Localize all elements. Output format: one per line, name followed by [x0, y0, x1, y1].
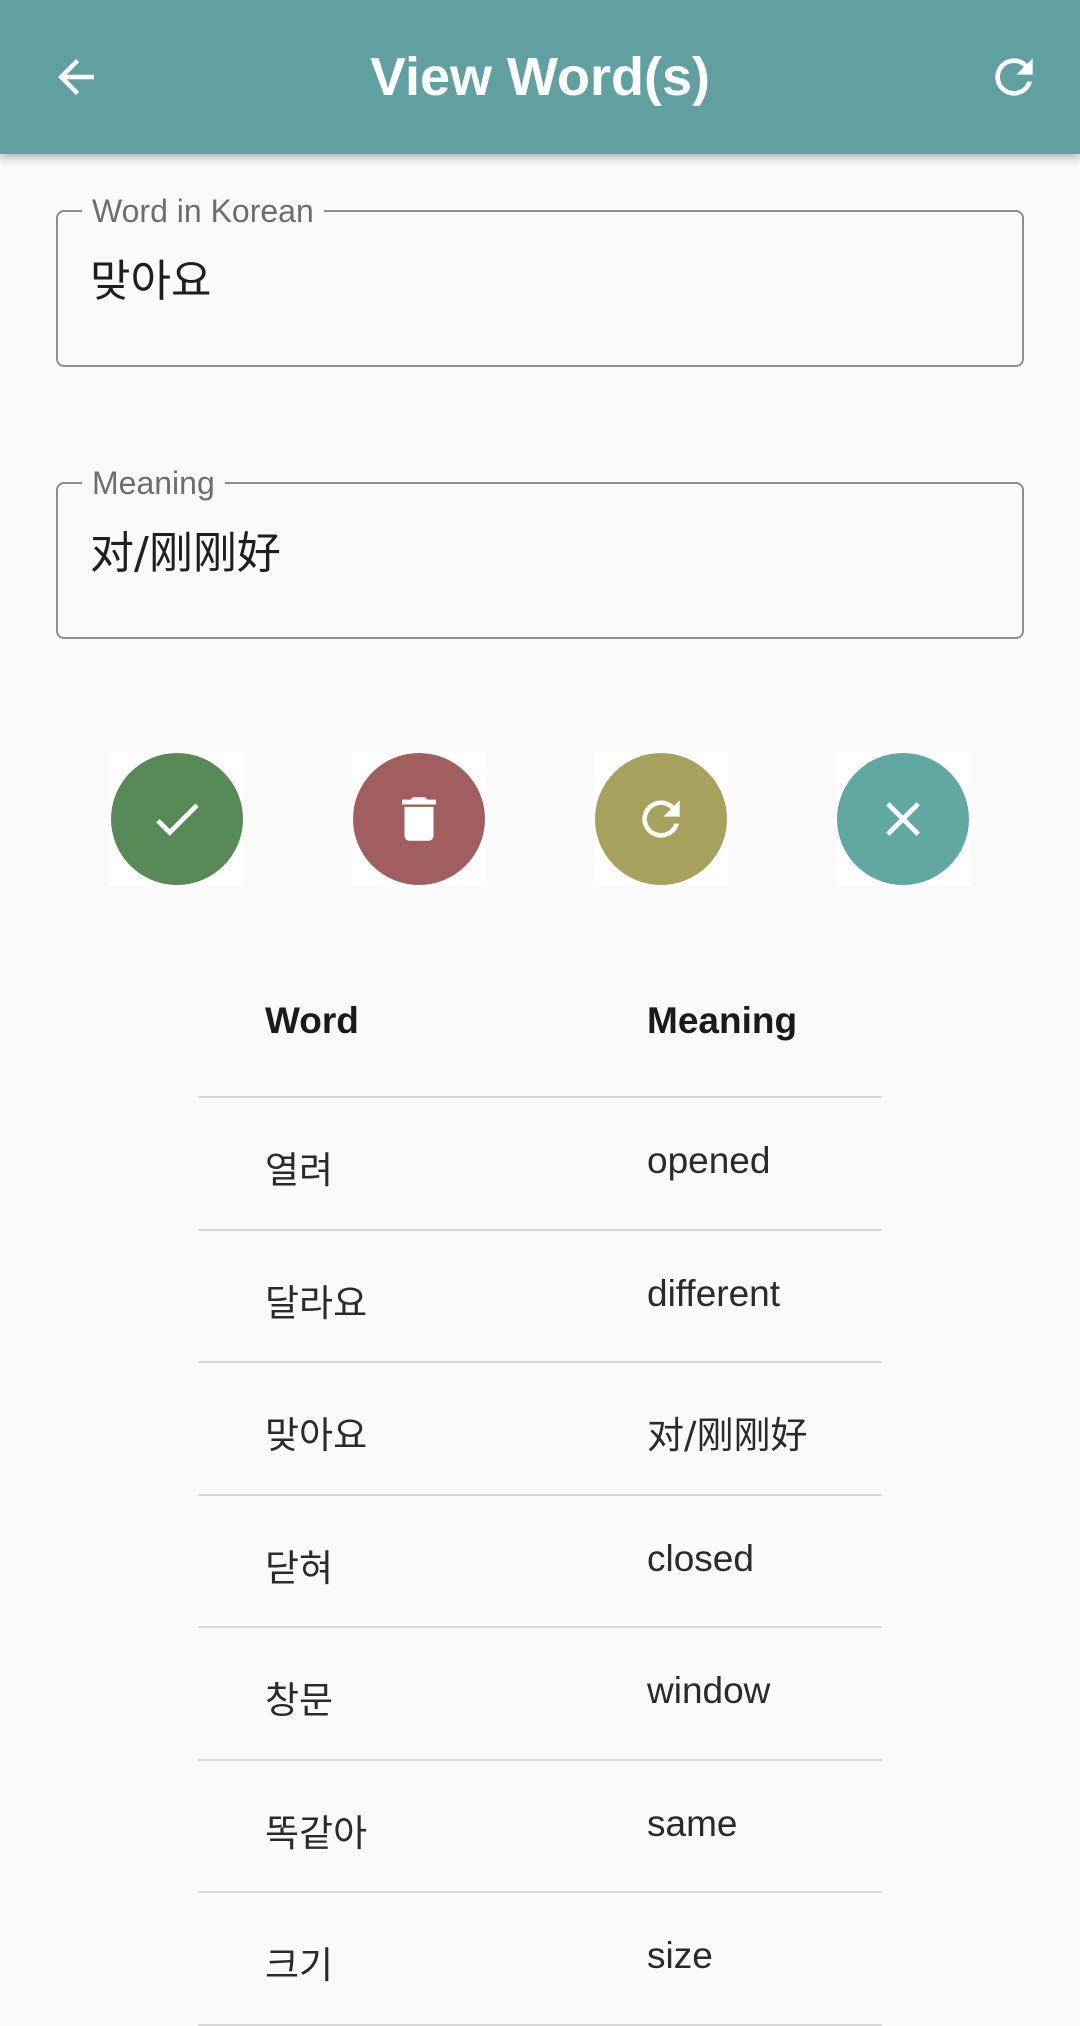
- meaning-field[interactable]: Meaning 对/刚刚好: [56, 465, 1024, 639]
- meaning-cell: closed: [647, 1537, 754, 1579]
- word-cell: 창문: [265, 1679, 334, 1722]
- app-bar: View Word(s): [0, 0, 1080, 154]
- table-header: Word Meaning: [198, 952, 882, 1098]
- word-cell: 달라요: [265, 1281, 368, 1325]
- table-row[interactable]: 달라요 different: [198, 1231, 882, 1363]
- table-row[interactable]: 맞아요 对/刚刚好: [198, 1363, 882, 1496]
- table-row[interactable]: 열려 opened: [198, 1098, 882, 1231]
- table-row[interactable]: 닫혀 closed: [198, 1496, 882, 1628]
- word-cell: 똑같아: [265, 1811, 368, 1855]
- confirm-button-wrapper: [110, 752, 244, 886]
- refresh-icon: [995, 58, 1033, 96]
- table-row[interactable]: 크기 size: [198, 1893, 882, 2026]
- reset-button[interactable]: [595, 753, 727, 885]
- close-button[interactable]: [837, 753, 969, 885]
- page-title: View Word(s): [369, 47, 711, 107]
- delete-button-wrapper: [352, 752, 486, 886]
- confirm-button[interactable]: [111, 753, 243, 885]
- word-cell: 닫혀: [265, 1546, 334, 1590]
- check-icon: [156, 803, 199, 836]
- meaning-cell: same: [647, 1802, 738, 1844]
- refresh-button[interactable]: [964, 27, 1064, 127]
- word-column-header[interactable]: Word: [265, 1000, 359, 1042]
- korean-word-label: Word in Korean: [82, 193, 324, 229]
- delete-button[interactable]: [353, 753, 485, 885]
- meaning-cell: size: [647, 1935, 713, 1976]
- trash-icon: [402, 797, 436, 841]
- word-cell: 크기: [265, 1944, 334, 1987]
- close-button-wrapper: [836, 752, 970, 886]
- meaning-column-header[interactable]: Meaning: [647, 1000, 797, 1042]
- meaning-cell: different: [647, 1272, 781, 1314]
- meaning-label: Meaning: [82, 465, 225, 501]
- table-row[interactable]: 똑같아 same: [198, 1761, 882, 1893]
- meaning-cell: 对/刚刚好: [647, 1414, 808, 1457]
- meaning-cell: opened: [647, 1140, 771, 1181]
- korean-word-input[interactable]: 맞아요: [90, 256, 211, 308]
- meaning-input[interactable]: 对/刚刚好: [90, 528, 281, 580]
- close-icon: [886, 802, 920, 836]
- refresh-icon: [642, 800, 680, 838]
- word-cell: 열려: [265, 1149, 334, 1192]
- meaning-cell: window: [647, 1670, 771, 1711]
- korean-word-field[interactable]: Word in Korean 맞아요: [56, 193, 1024, 367]
- word-cell: 맞아요: [265, 1414, 368, 1457]
- table-row[interactable]: 창문 window: [198, 1628, 882, 1761]
- word-table: Word Meaning 열려 opened 달라요 different 맞아요…: [198, 952, 882, 2026]
- reset-button-wrapper: [594, 752, 728, 886]
